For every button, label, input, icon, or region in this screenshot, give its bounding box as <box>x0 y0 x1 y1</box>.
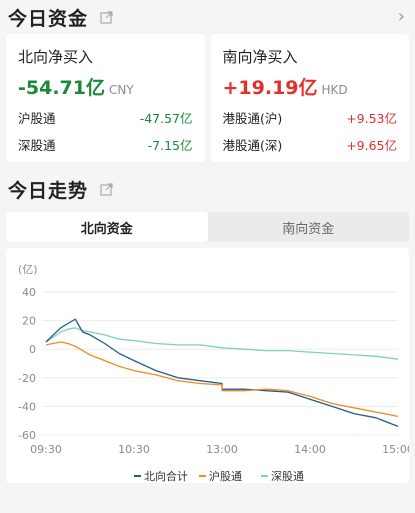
northbound-value: -54.71亿 <box>18 77 105 99</box>
southbound-value: +19.19亿 <box>222 77 318 99</box>
trend-title: 今日走势 <box>8 179 89 202</box>
series-line-north-total <box>45 318 399 428</box>
row-label: 深股通 <box>18 138 56 153</box>
northbound-title: 北向净买入 <box>18 48 94 66</box>
y-tick-label: 40 <box>22 286 36 299</box>
trend-chart-svg: (亿) 40 20 0 -20 -40 -60 09:30 10:30 13:00 14:00 1… <box>18 263 409 483</box>
series-line-sh <box>45 341 399 418</box>
row-value: -7.15亿 <box>147 138 193 153</box>
row-label: 港股通(深) <box>222 138 283 153</box>
x-tick-label: 15:00 <box>382 443 409 456</box>
row-value: +9.65亿 <box>346 138 397 153</box>
legend-label: 沪股通 <box>209 469 242 483</box>
trend-chart: (亿) 40 20 0 -20 -40 -60 09:30 10:30 13:00 14:00 1… <box>6 248 409 483</box>
southbound-unit: HKD <box>321 83 348 97</box>
flow-cards: 北向净买入 -54.71亿 CNY 沪股通 -47.57亿 深股通 -7.15亿… <box>0 34 415 162</box>
trend-tabs: 北向资金 南向资金 <box>6 212 409 242</box>
x-tick-label: 13:00 <box>206 443 238 456</box>
x-tick-label: 14:00 <box>294 443 326 456</box>
row-value: -47.57亿 <box>139 111 193 126</box>
northbound-main: -54.71亿 CNY <box>18 73 193 100</box>
legend-label: 深股通 <box>271 470 304 483</box>
northbound-row-sz: 深股通 -7.15亿 <box>18 135 193 154</box>
chevron-right-icon[interactable]: › <box>398 6 405 27</box>
row-value: +9.53亿 <box>346 111 397 126</box>
share-icon[interactable] <box>100 182 113 196</box>
y-axis-label: (亿) <box>18 263 38 276</box>
funds-header[interactable]: 今日资金 › <box>0 0 415 34</box>
x-tick-label: 10:30 <box>118 443 150 456</box>
trend-header: 今日走势 <box>0 172 415 206</box>
tab-northbound[interactable]: 北向资金 <box>6 212 208 242</box>
southbound-title: 南向净买入 <box>222 48 298 66</box>
northbound-unit: CNY <box>109 83 134 97</box>
y-tick-label: 0 <box>29 343 36 356</box>
tab-southbound[interactable]: 南向资金 <box>208 212 410 242</box>
row-label: 港股通(沪) <box>222 111 283 126</box>
y-tick-label: -60 <box>18 429 36 442</box>
y-tick-label: 20 <box>22 315 36 328</box>
southbound-main: +19.19亿 HKD <box>223 73 398 100</box>
trend-section: 今日走势 北向资金 南向资金 (亿) 40 20 0 -20 -40 -60 09:30 1… <box>0 172 415 483</box>
x-tick-label: 09:30 <box>30 443 62 456</box>
southbound-row-sh: 港股通(沪) +9.53亿 <box>223 108 398 127</box>
y-tick-label: -40 <box>18 400 36 413</box>
legend-item[interactable]: 沪股通 <box>199 469 242 483</box>
northbound-card[interactable]: 北向净买入 -54.71亿 CNY 沪股通 -47.57亿 深股通 -7.15亿 <box>6 34 205 162</box>
northbound-row-sh: 沪股通 -47.57亿 <box>18 108 193 127</box>
row-label: 沪股通 <box>18 111 56 126</box>
southbound-card[interactable]: 南向净买入 +19.19亿 HKD 港股通(沪) +9.53亿 港股通(深) +… <box>210 34 409 162</box>
y-tick-label: -20 <box>18 372 36 385</box>
legend-label: 北向合计 <box>144 469 188 483</box>
legend-item[interactable]: 深股通 <box>261 470 304 483</box>
legend-item[interactable]: 北向合计 <box>134 469 188 483</box>
funds-title: 今日资金 <box>8 7 89 30</box>
share-icon[interactable] <box>100 10 113 24</box>
southbound-row-sz: 港股通(深) +9.65亿 <box>223 135 398 154</box>
series-line-sz <box>45 327 399 360</box>
